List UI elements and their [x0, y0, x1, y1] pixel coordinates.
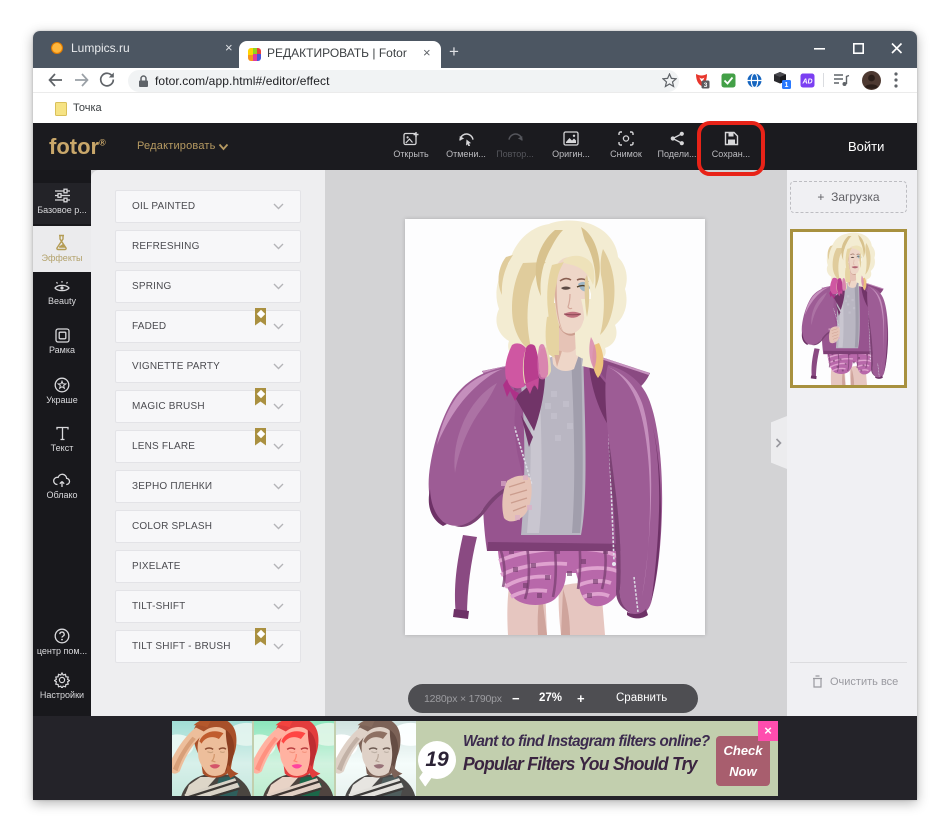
svg-text:AD: AD [801, 79, 812, 86]
svg-text:1: 1 [785, 82, 789, 89]
svg-text:3: 3 [704, 82, 708, 89]
